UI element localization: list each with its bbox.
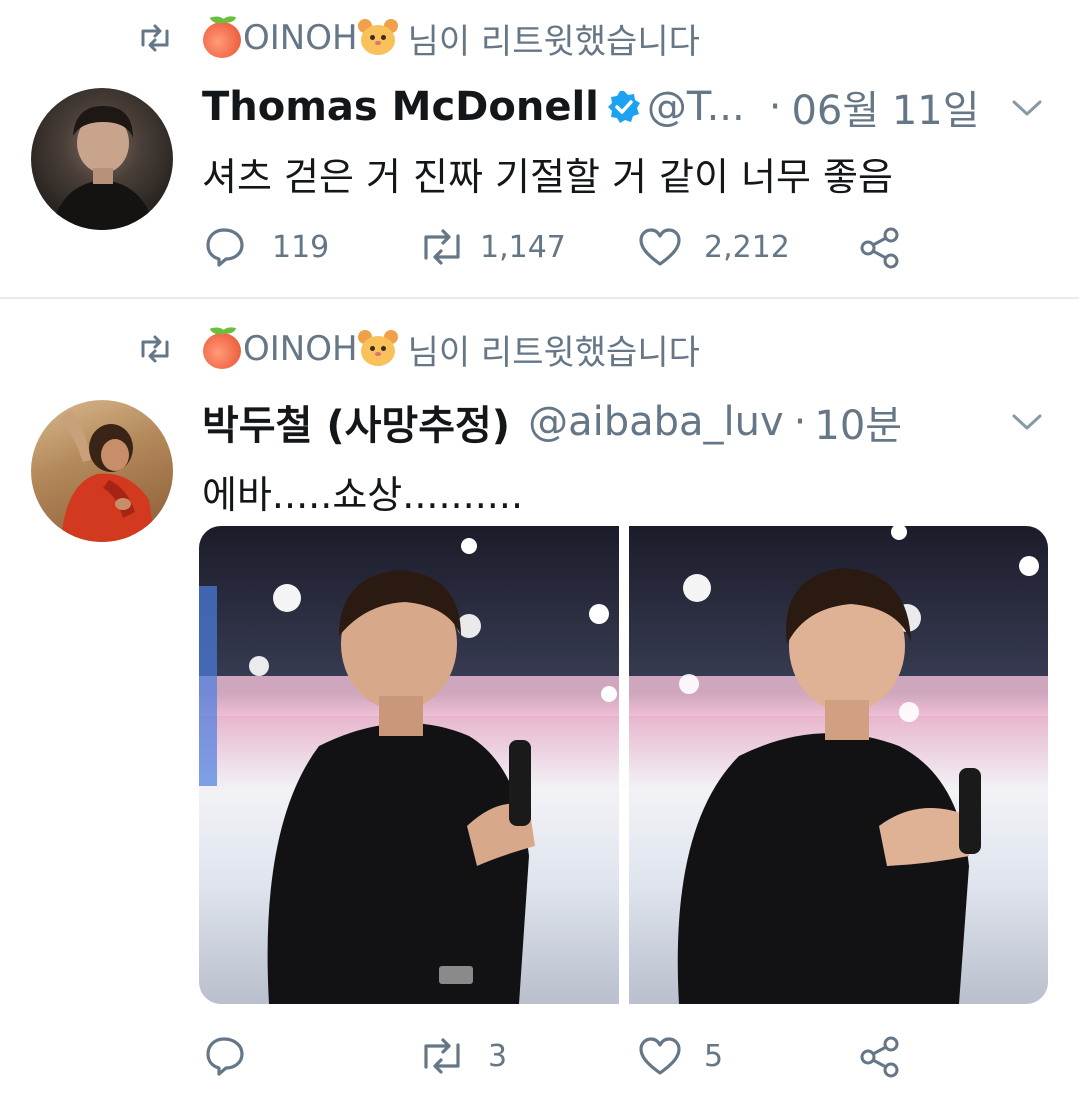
retweet-icon	[424, 229, 460, 265]
avatar[interactable]	[31, 400, 173, 542]
photo-performer-left	[199, 526, 619, 1004]
photo-performer-right	[629, 526, 1048, 1004]
retweeter-name: OINOH	[243, 329, 358, 369]
separator-dot: ·	[793, 399, 807, 445]
reply-button[interactable]	[204, 1035, 260, 1077]
avatar[interactable]	[31, 88, 173, 230]
timestamp[interactable]: 06월 11일	[791, 78, 979, 136]
like-count: 2,212	[704, 229, 790, 265]
tweet-text: 셔츠 걷은 거 진짜 기절할 거 같이 너무 좋음	[202, 155, 893, 199]
retweet-count: 1,147	[480, 229, 566, 265]
retweet-context: OINOH 님이 리트윗했습니다	[0, 13, 1079, 63]
handle[interactable]: @aibaba_luv	[528, 399, 784, 445]
chevron-down-icon[interactable]	[1011, 412, 1043, 432]
hamster-emoji	[357, 330, 398, 368]
share-icon	[860, 1036, 899, 1078]
heart-icon	[639, 228, 681, 266]
tweet-2[interactable]: OINOH 님이 리트윗했습니다 박두철 (사망추정) @aibaba_luv …	[0, 300, 1079, 1103]
separator-dot: ·	[768, 84, 782, 130]
reply-icon	[206, 1037, 244, 1076]
chevron-down-icon[interactable]	[1011, 98, 1043, 118]
heart-icon	[639, 1037, 681, 1075]
retweeter-name: OINOH	[243, 18, 358, 58]
display-name[interactable]: 박두철 (사망추정)	[202, 393, 510, 451]
tweet-header: Thomas McDonell @T... · 06월 11일	[202, 82, 1079, 134]
avatar-portrait	[51, 106, 155, 230]
handle[interactable]: @T...	[647, 84, 745, 130]
reply-count: 119	[272, 229, 330, 265]
share-icon	[860, 227, 899, 269]
verified-badge-icon	[607, 91, 640, 123]
retweeted-suffix: 님이 리트윗했습니다	[407, 21, 700, 62]
avatar-portrait	[61, 410, 155, 542]
tweet-header: 박두철 (사망추정) @aibaba_luv · 10분	[202, 397, 1079, 449]
retweet-icon	[141, 335, 169, 363]
peach-emoji	[203, 18, 243, 58]
action-bar: 119 1,147 2,212	[0, 224, 1079, 274]
retweet-icon	[424, 1038, 460, 1074]
retweet-count: 3	[488, 1038, 508, 1074]
tweet-text: 에바.....쇼상..........	[202, 473, 524, 517]
share-button[interactable]	[858, 226, 902, 270]
tweet-divider	[0, 297, 1079, 299]
display-name[interactable]: Thomas McDonell	[202, 84, 599, 130]
like-count: 5	[704, 1038, 724, 1074]
retweeted-suffix: 님이 리트윗했습니다	[407, 332, 700, 373]
peach-emoji	[203, 329, 243, 369]
retweeted-by-text[interactable]: OINOH 님이 리트윗했습니다	[203, 14, 700, 63]
tweet-1[interactable]: OINOH 님이 리트윗했습니다 Thomas McDonell @T... ·…	[0, 0, 1079, 300]
like-button[interactable]: 2,212	[638, 227, 790, 267]
retweet-button[interactable]: 1,147	[418, 228, 566, 266]
timestamp[interactable]: 10분	[814, 393, 902, 451]
retweet-context: OINOH 님이 리트윗했습니다	[0, 324, 1079, 374]
media-image-1[interactable]	[199, 526, 619, 1004]
retweeted-by-text[interactable]: OINOH 님이 리트윗했습니다	[203, 325, 700, 374]
retweet-icon	[141, 24, 169, 52]
media-image-2[interactable]	[629, 526, 1048, 1004]
action-bar: 3 5	[0, 1033, 1079, 1083]
retweet-button[interactable]: 3	[418, 1037, 507, 1075]
like-button[interactable]: 5	[638, 1036, 723, 1076]
reply-button[interactable]: 119	[204, 226, 329, 268]
share-button[interactable]	[858, 1035, 902, 1079]
hamster-emoji	[357, 19, 398, 57]
reply-icon	[206, 228, 244, 267]
